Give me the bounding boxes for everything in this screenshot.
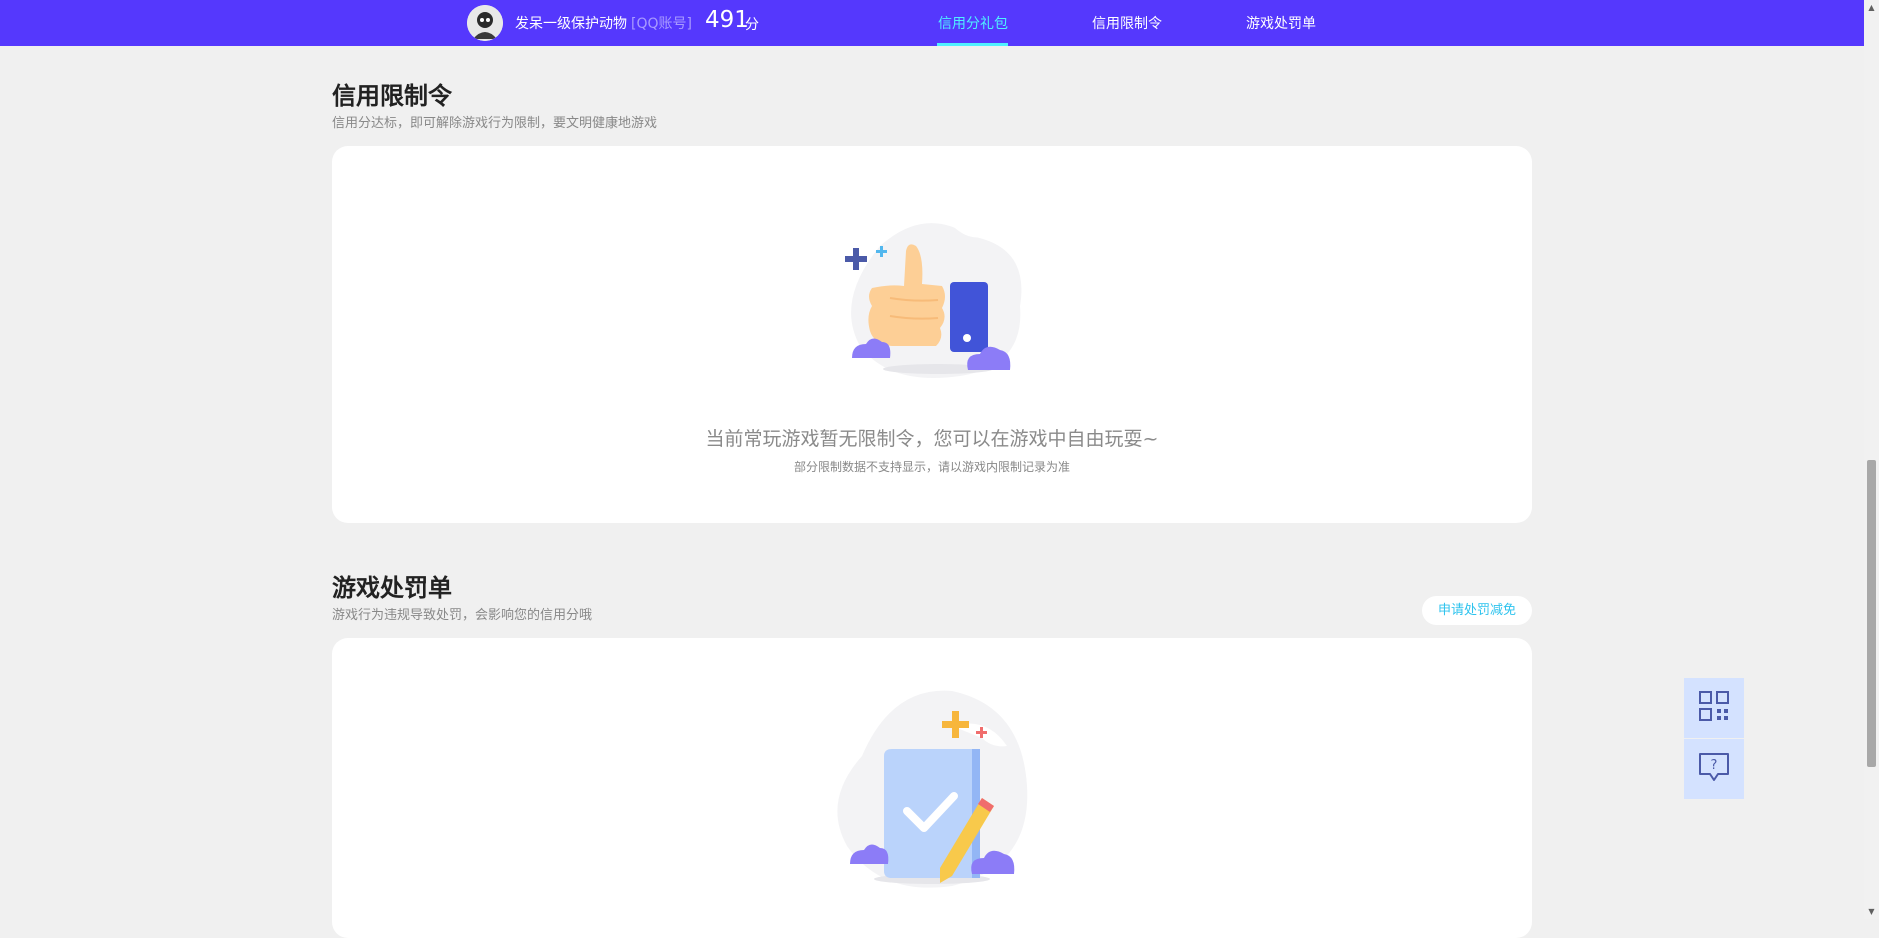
restriction-empty-message: 当前常玩游戏暂无限制令，您可以在游戏中自由玩耍~ [705,428,1159,450]
tab-credit-restriction[interactable]: 信用限制令 [1092,13,1162,33]
vertical-scrollbar[interactable]: ▲ ▼ [1864,0,1879,919]
document-check-icon [822,686,1042,896]
scroll-up-arrow-icon[interactable]: ▲ [1864,0,1879,15]
svg-text:?: ? [1711,758,1718,773]
scroll-down-arrow-icon[interactable]: ▼ [1864,904,1879,919]
restriction-note: 部分限制数据不支持显示，请以游戏内限制记录为准 [793,460,1070,474]
qr-code-icon [1698,690,1730,726]
scrollbar-thumb[interactable] [1867,460,1876,767]
section-subtitle-penalty: 游戏行为违规导致处罚，会影响您的信用分哦 [332,608,593,623]
thumbs-up-icon [830,206,1030,386]
qr-code-button[interactable] [1684,678,1744,738]
active-tab-indicator [937,43,1008,46]
account-type-label: [QQ账号] [631,16,692,32]
tab-game-penalty[interactable]: 游戏处罚单 [1246,13,1316,33]
section-subtitle-restriction: 信用分达标，即可解除游戏行为限制，要文明健康地游戏 [332,116,658,131]
section-title-penalty: 游戏处罚单 [332,574,452,602]
tab-credit-gift[interactable]: 信用分礼包 [938,13,1008,33]
penalty-card [332,638,1532,938]
apply-penalty-reduction-button[interactable]: 申请处罚减免 [1422,596,1532,625]
top-navigation-bar: 发呆一级保护动物 [QQ账号] 491 分 信用分礼包 信用限制令 游戏处罚单 [0,0,1864,46]
help-button[interactable]: ? [1684,739,1744,799]
restriction-card: 当前常玩游戏暂无限制令，您可以在游戏中自由玩耍~ 部分限制数据不支持显示，请以游… [332,146,1532,523]
avatar[interactable] [467,5,503,41]
credit-score-unit: 分 [745,17,759,33]
credit-score: 491 [705,7,749,33]
section-title-restriction: 信用限制令 [332,82,452,110]
user-name: 发呆一级保护动物 [515,16,627,32]
help-chat-icon: ? [1697,751,1731,787]
